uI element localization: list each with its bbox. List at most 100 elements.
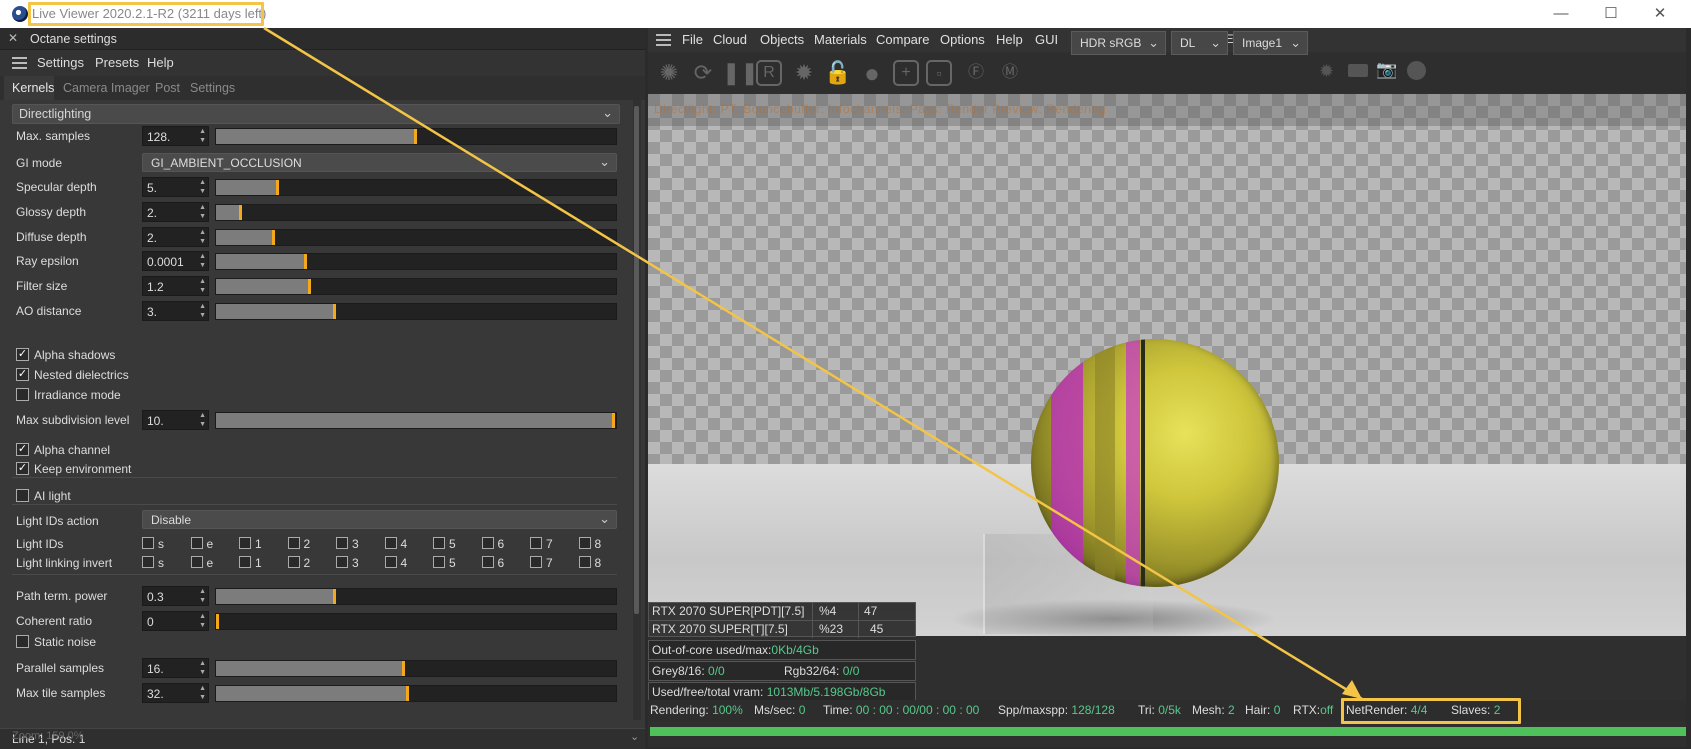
param-slider[interactable]: [215, 278, 617, 295]
param-slider[interactable]: [215, 685, 617, 702]
lock-icon[interactable]: 🔓: [823, 58, 853, 88]
param-slider[interactable]: [215, 660, 617, 677]
spin-arrows-icon[interactable]: ▲ ▼: [199, 203, 206, 221]
light-id-checkbox[interactable]: [239, 537, 251, 549]
hamburger-icon[interactable]: [656, 34, 671, 46]
light-id-checkbox[interactable]: [578, 556, 591, 568]
slider-handle[interactable]: [402, 661, 405, 676]
menu-gui[interactable]: GUI: [1035, 32, 1058, 47]
light-id-checkbox[interactable]: [336, 537, 348, 549]
slider-handle[interactable]: [308, 279, 311, 294]
gi-mode-dropdown[interactable]: GI_AMBIENT_OCCLUSION ⌄: [142, 153, 617, 172]
checkbox[interactable]: [16, 489, 29, 502]
checkbox[interactable]: [16, 388, 29, 401]
maximize-button[interactable]: ☐: [1596, 4, 1626, 24]
param-slider[interactable]: [215, 303, 617, 320]
param-spinbox[interactable]: 2. ▲ ▼: [142, 202, 209, 222]
param-spinbox[interactable]: 5. ▲ ▼: [142, 177, 209, 197]
spin-arrows-icon[interactable]: ▲ ▼: [199, 252, 206, 270]
slider-handle[interactable]: [216, 614, 219, 629]
light-ids-action-dropdown[interactable]: Disable ⌄: [142, 510, 617, 529]
kernel-short-select[interactable]: DL ⌄: [1171, 31, 1228, 55]
light-id-checkbox[interactable]: [530, 537, 542, 549]
light-id-checkbox[interactable]: [433, 556, 445, 568]
region-render-icon[interactable]: R: [756, 60, 782, 86]
param-spinbox[interactable]: 2. ▲ ▼: [142, 227, 209, 247]
menu-cloud[interactable]: Cloud: [713, 32, 747, 47]
pause-icon[interactable]: ❚❚: [722, 58, 759, 88]
spin-arrows-icon[interactable]: ▲ ▼: [199, 612, 206, 630]
tab-post[interactable]: Post: [155, 81, 180, 95]
slider-handle[interactable]: [333, 589, 337, 604]
light-id-checkbox[interactable]: [190, 556, 203, 568]
slider-handle[interactable]: [414, 129, 417, 144]
light-id-checkbox[interactable]: [239, 556, 251, 568]
param-spinbox[interactable]: 1.2 ▲ ▼: [142, 276, 209, 296]
light-id-checkbox[interactable]: [481, 556, 494, 568]
gear-icon[interactable]: ✹: [789, 58, 819, 88]
menu-file[interactable]: File: [682, 32, 703, 47]
checkbox[interactable]: ✓: [16, 368, 29, 381]
menu-options[interactable]: Options: [940, 32, 985, 47]
light-id-checkbox[interactable]: [287, 556, 300, 568]
checkbox[interactable]: ✓: [16, 443, 29, 456]
menu-help[interactable]: Help: [996, 32, 1023, 47]
param-spinbox[interactable]: 3. ▲ ▼: [142, 301, 209, 321]
material-ball-icon[interactable]: ●: [857, 58, 887, 88]
menu-presets[interactable]: Presets: [95, 55, 139, 70]
panel-close-icon[interactable]: ✕: [8, 31, 18, 45]
image-select[interactable]: Image1 ⌄: [1233, 31, 1308, 55]
spin-arrows-icon[interactable]: ▲ ▼: [199, 127, 206, 145]
param-spinbox[interactable]: 0 ▲ ▼: [142, 611, 209, 631]
checkbox[interactable]: [16, 635, 29, 648]
spin-arrows-icon[interactable]: ▲ ▼: [199, 178, 206, 196]
kernel-dropdown[interactable]: Directlighting ⌄: [12, 104, 620, 124]
param-spinbox[interactable]: 0.3 ▲ ▼: [142, 586, 209, 606]
scrollbar-thumb[interactable]: [634, 106, 639, 614]
menu-objects[interactable]: Objects: [760, 32, 804, 47]
param-spinbox[interactable]: 0.0001 ▲ ▼: [142, 251, 209, 271]
camera-icon[interactable]: 📷: [1376, 60, 1397, 80]
param-slider[interactable]: [215, 253, 617, 270]
menu-compare[interactable]: Compare: [876, 32, 929, 47]
param-spinbox[interactable]: 10. ▲ ▼: [142, 410, 209, 430]
param-slider[interactable]: [215, 613, 617, 630]
slider-handle[interactable]: [276, 180, 279, 195]
light-id-checkbox[interactable]: [530, 556, 542, 568]
slider-handle[interactable]: [238, 205, 242, 220]
hamburger-icon[interactable]: [12, 57, 27, 69]
sphere-icon[interactable]: [1407, 61, 1426, 80]
light-id-checkbox[interactable]: [433, 537, 445, 549]
slider-handle[interactable]: [406, 686, 409, 701]
material-pick-icon[interactable]: Ⓜ: [995, 58, 1025, 88]
spin-arrows-icon[interactable]: ▲ ▼: [199, 277, 206, 295]
param-slider[interactable]: [215, 412, 617, 429]
light-id-checkbox[interactable]: [190, 537, 203, 549]
param-slider[interactable]: [215, 204, 617, 221]
settings-small-icon[interactable]: ✹: [1319, 61, 1334, 82]
slider-handle[interactable]: [612, 413, 615, 428]
light-id-checkbox[interactable]: [142, 537, 154, 549]
param-slider[interactable]: [215, 588, 617, 605]
chevron-down-icon[interactable]: ⌄: [630, 730, 639, 743]
slider-handle[interactable]: [272, 230, 275, 245]
spin-arrows-icon[interactable]: ▲ ▼: [199, 228, 206, 246]
render-viewport[interactable]: Directlight: PT: Bouncebuffer: Infochann…: [648, 94, 1686, 636]
checkbox[interactable]: ✓: [16, 348, 29, 361]
spin-arrows-icon[interactable]: ▲ ▼: [199, 659, 206, 677]
light-id-checkbox[interactable]: [578, 537, 591, 549]
light-id-checkbox[interactable]: [336, 556, 348, 568]
clear-region-icon[interactable]: ▫: [926, 60, 952, 86]
spin-arrows-icon[interactable]: ▲ ▼: [199, 587, 206, 605]
menu-settings[interactable]: Settings: [37, 55, 84, 70]
color-space-select[interactable]: HDR sRGB ⌄: [1071, 31, 1166, 55]
menu-materials[interactable]: Materials: [814, 32, 867, 47]
param-slider[interactable]: [215, 128, 617, 145]
param-spinbox[interactable]: 128. ▲ ▼: [142, 126, 209, 146]
spin-arrows-icon[interactable]: ▲ ▼: [199, 684, 206, 702]
checkbox[interactable]: ✓: [16, 462, 29, 475]
light-id-checkbox[interactable]: [287, 537, 300, 549]
param-spinbox[interactable]: 16. ▲ ▼: [142, 658, 209, 678]
slider-handle[interactable]: [333, 304, 337, 319]
light-id-checkbox[interactable]: [384, 537, 397, 549]
